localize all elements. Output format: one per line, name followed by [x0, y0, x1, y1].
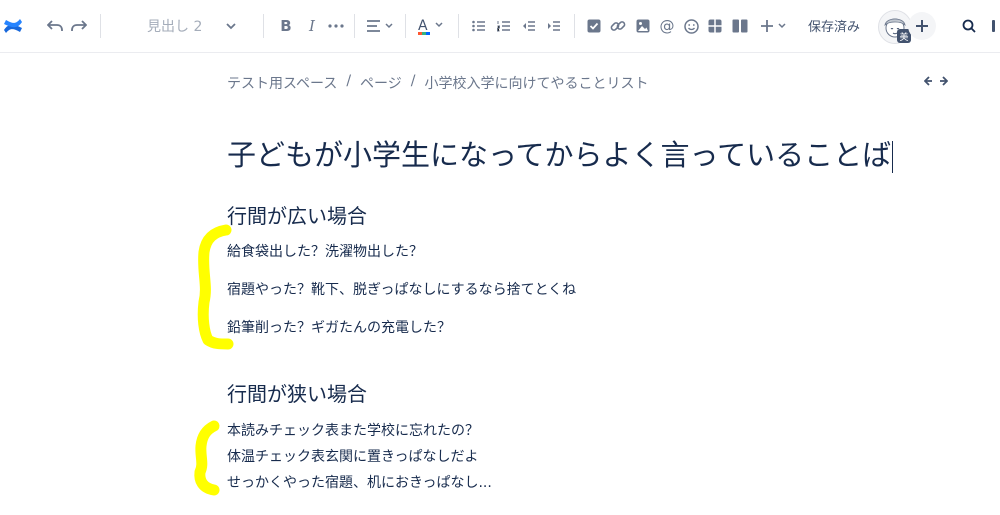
image-icon[interactable]: [633, 14, 653, 38]
toolbar-divider: [263, 14, 264, 38]
expand-width-icon[interactable]: [923, 72, 949, 90]
scrollbar-edge: [992, 20, 995, 32]
more-icon[interactable]: [326, 14, 346, 38]
breadcrumb-separator: /: [410, 73, 416, 89]
emoji-icon[interactable]: [681, 14, 701, 38]
section-heading-wide[interactable]: 行間が広い場合: [227, 200, 367, 229]
indent-icon[interactable]: [543, 14, 565, 38]
invite-button[interactable]: [908, 12, 936, 40]
table-icon[interactable]: [705, 14, 725, 38]
page-title: 子どもが小学生になってからよく言っていることば: [227, 138, 892, 172]
yellow-bracket-annotation: [194, 420, 220, 496]
page-title-editor[interactable]: 子どもが小学生になってからよく言っていることば: [227, 132, 894, 174]
mention-icon[interactable]: @: [657, 14, 677, 38]
text-style-dropdown[interactable]: 見出し 2: [135, 14, 245, 38]
editor-toolbar: 見出し 2 B I A @ 保存済み 美: [0, 0, 1000, 53]
search-icon[interactable]: [958, 14, 980, 38]
add-icon: [916, 20, 928, 32]
toolbar-divider: [354, 14, 355, 38]
outdent-icon[interactable]: [518, 14, 540, 38]
layout-icon[interactable]: [729, 14, 751, 38]
align-icon[interactable]: [364, 14, 396, 38]
breadcrumb-separator: /: [346, 73, 352, 89]
toolbar-divider: [574, 14, 575, 38]
task-icon[interactable]: [584, 14, 604, 38]
confluence-logo-icon[interactable]: [2, 14, 24, 38]
bold-icon[interactable]: B: [276, 14, 296, 38]
svg-text:A: A: [418, 18, 428, 34]
toolbar-divider: [100, 14, 101, 38]
breadcrumb-space-link[interactable]: テスト用スペース: [227, 73, 337, 93]
yellow-bracket-annotation: [197, 224, 234, 350]
link-icon[interactable]: [608, 14, 628, 38]
paragraph[interactable]: 本読みチェック表また学校に忘れたの？: [227, 420, 479, 440]
chevron-down-icon: [225, 14, 237, 42]
text-style-label: 見出し 2: [147, 19, 203, 35]
paragraph[interactable]: 鉛筆削った？ギガたんの充電した？: [227, 317, 451, 337]
paragraph[interactable]: せっかくやった宿題、机におきっぱなし...: [227, 472, 492, 492]
numbered-list-icon[interactable]: [493, 14, 515, 38]
breadcrumb-pages-link[interactable]: ページ: [360, 73, 402, 93]
save-status: 保存済み: [808, 20, 861, 35]
breadcrumb-parent-link[interactable]: 小学校入学に向けてやることリスト: [425, 73, 649, 93]
redo-icon[interactable]: [68, 14, 90, 38]
paragraph[interactable]: 給食袋出した？洗濯物出した？: [227, 241, 423, 261]
italic-icon[interactable]: I: [302, 14, 322, 38]
toolbar-divider: [405, 14, 406, 38]
section-heading-narrow[interactable]: 行間が狭い場合: [227, 378, 367, 407]
breadcrumb: テスト用スペース / ページ / 小学校入学に向けてやることリスト: [227, 73, 649, 93]
bullet-list-icon[interactable]: [468, 14, 490, 38]
insert-plus-icon[interactable]: [758, 14, 790, 38]
text-caret: [892, 141, 894, 173]
undo-icon[interactable]: [44, 14, 66, 38]
paragraph[interactable]: 宿題やった？靴下、脱ぎっぱなしにするなら捨てとくね: [227, 279, 576, 299]
text-color-icon[interactable]: A: [415, 14, 447, 38]
paragraph[interactable]: 体温チェック表玄関に置きっぱなしだよ: [227, 446, 478, 466]
toolbar-divider: [458, 14, 459, 38]
